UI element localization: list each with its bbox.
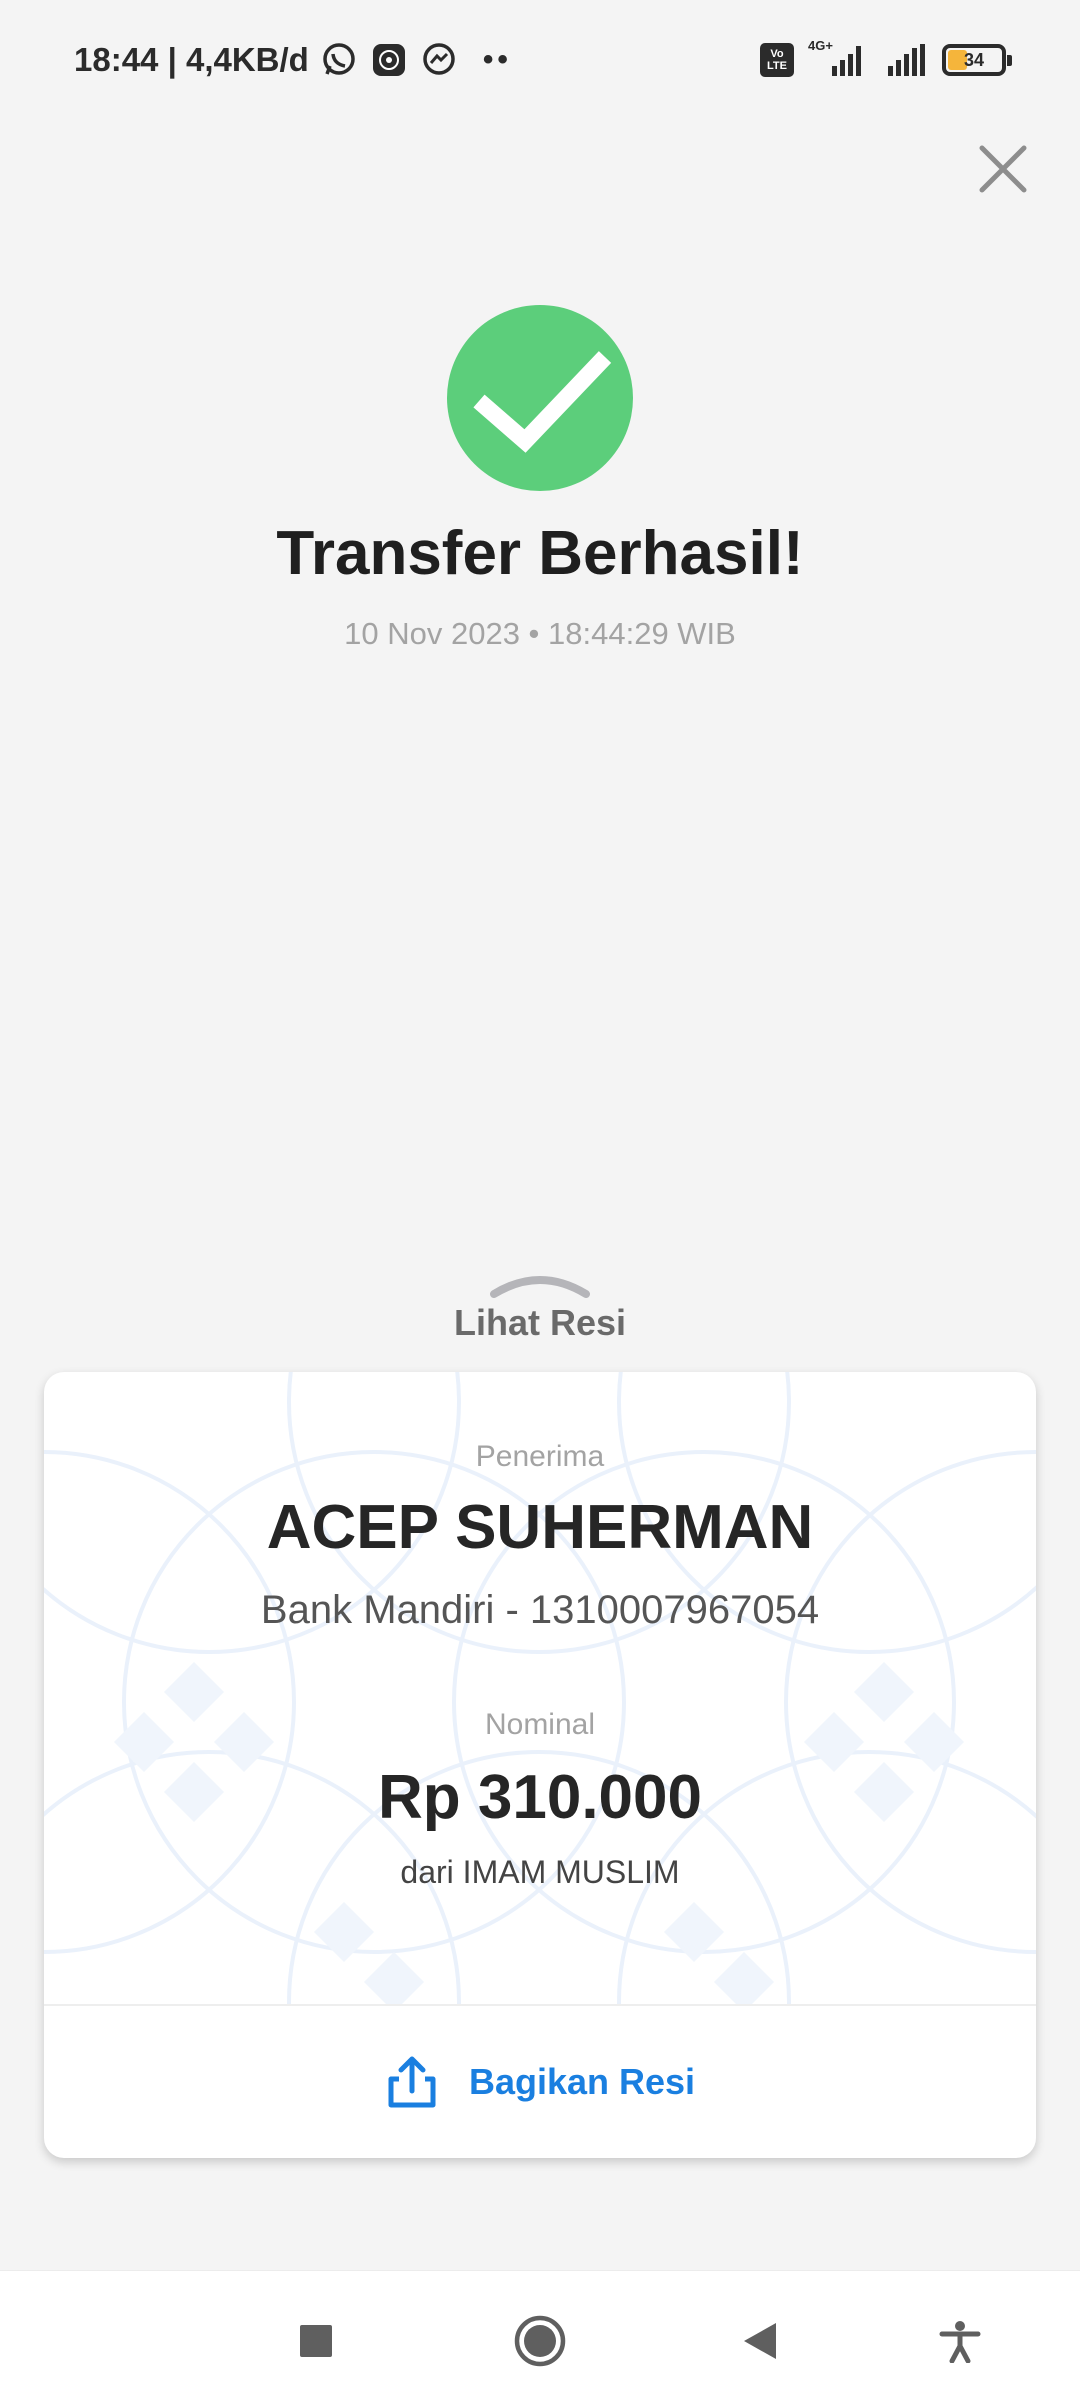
recents-button[interactable] <box>286 2311 346 2371</box>
battery-icon: 34 <box>942 44 1012 76</box>
accessibility-icon <box>939 2321 981 2363</box>
share-receipt-button[interactable]: Bagikan Resi <box>44 2006 1036 2158</box>
recipient-label: Penerima <box>475 1440 605 1473</box>
status-right: Vo LTE 4G+ 34 <box>760 36 1012 84</box>
chevron-up-icon <box>490 1276 590 1298</box>
home-icon <box>514 2315 566 2367</box>
status-time-speed: 18:44 | 4,4KB/d <box>74 41 309 78</box>
messenger-icon <box>423 43 455 75</box>
transfer-timestamp: 10 Nov 2023 • 18:44:29 WIB <box>344 616 736 651</box>
receipt-details: Penerima ACEP SUHERMAN Bank Mandiri - 13… <box>44 1372 1036 2004</box>
volte-top: Vo <box>770 48 784 60</box>
share-receipt-label: Bagikan Resi <box>468 2061 696 2102</box>
whatsapp-icon <box>323 43 355 75</box>
success-title: Transfer Berhasil! <box>276 519 804 588</box>
view-receipt-toggle[interactable]: Lihat Resi <box>390 1272 690 1352</box>
recents-icon <box>300 2325 332 2357</box>
view-receipt-label: Lihat Resi <box>453 1302 627 1343</box>
transfer-amount: Rp 310.000 <box>378 1763 702 1832</box>
home-button[interactable] <box>510 2311 570 2371</box>
back-button[interactable] <box>730 2311 790 2371</box>
signal-4g-icon: 4G+ <box>808 38 870 80</box>
check-circle-icon <box>447 305 633 491</box>
accessibility-button[interactable] <box>930 2311 990 2371</box>
transfer-success-screen: 18:44 | 4,4KB/d •• Vo LTE 4G+ 34 Transfe… <box>0 0 1080 2400</box>
signal-bars-icon-2 <box>888 44 925 76</box>
system-nav-bar <box>0 2270 1080 2400</box>
back-icon <box>744 2323 776 2359</box>
app-icon <box>372 44 405 76</box>
close-button[interactable] <box>972 138 1034 200</box>
receipt-card: Penerima ACEP SUHERMAN Bank Mandiri - 13… <box>44 1372 1036 2158</box>
battery-level: 34 <box>963 49 985 70</box>
check-icon <box>473 351 612 453</box>
volte-bottom: LTE <box>767 60 787 72</box>
network-type: 4G+ <box>808 38 833 53</box>
sender-name: dari IMAM MUSLIM <box>400 1854 680 1890</box>
status-left: 18:44 | 4,4KB/d •• <box>74 36 512 84</box>
status-bar: 18:44 | 4,4KB/d •• Vo LTE 4G+ 34 <box>0 0 1080 120</box>
share-icon <box>388 2056 436 2108</box>
close-icon <box>979 145 1027 193</box>
status-overflow-dots: •• <box>482 43 512 76</box>
recipient-bank-account: Bank Mandiri - 1310007967054 <box>260 1588 820 1632</box>
recipient-name: ACEP SUHERMAN <box>266 1493 814 1562</box>
amount-label: Nominal <box>484 1708 596 1741</box>
volte-icon: Vo LTE <box>760 43 794 77</box>
